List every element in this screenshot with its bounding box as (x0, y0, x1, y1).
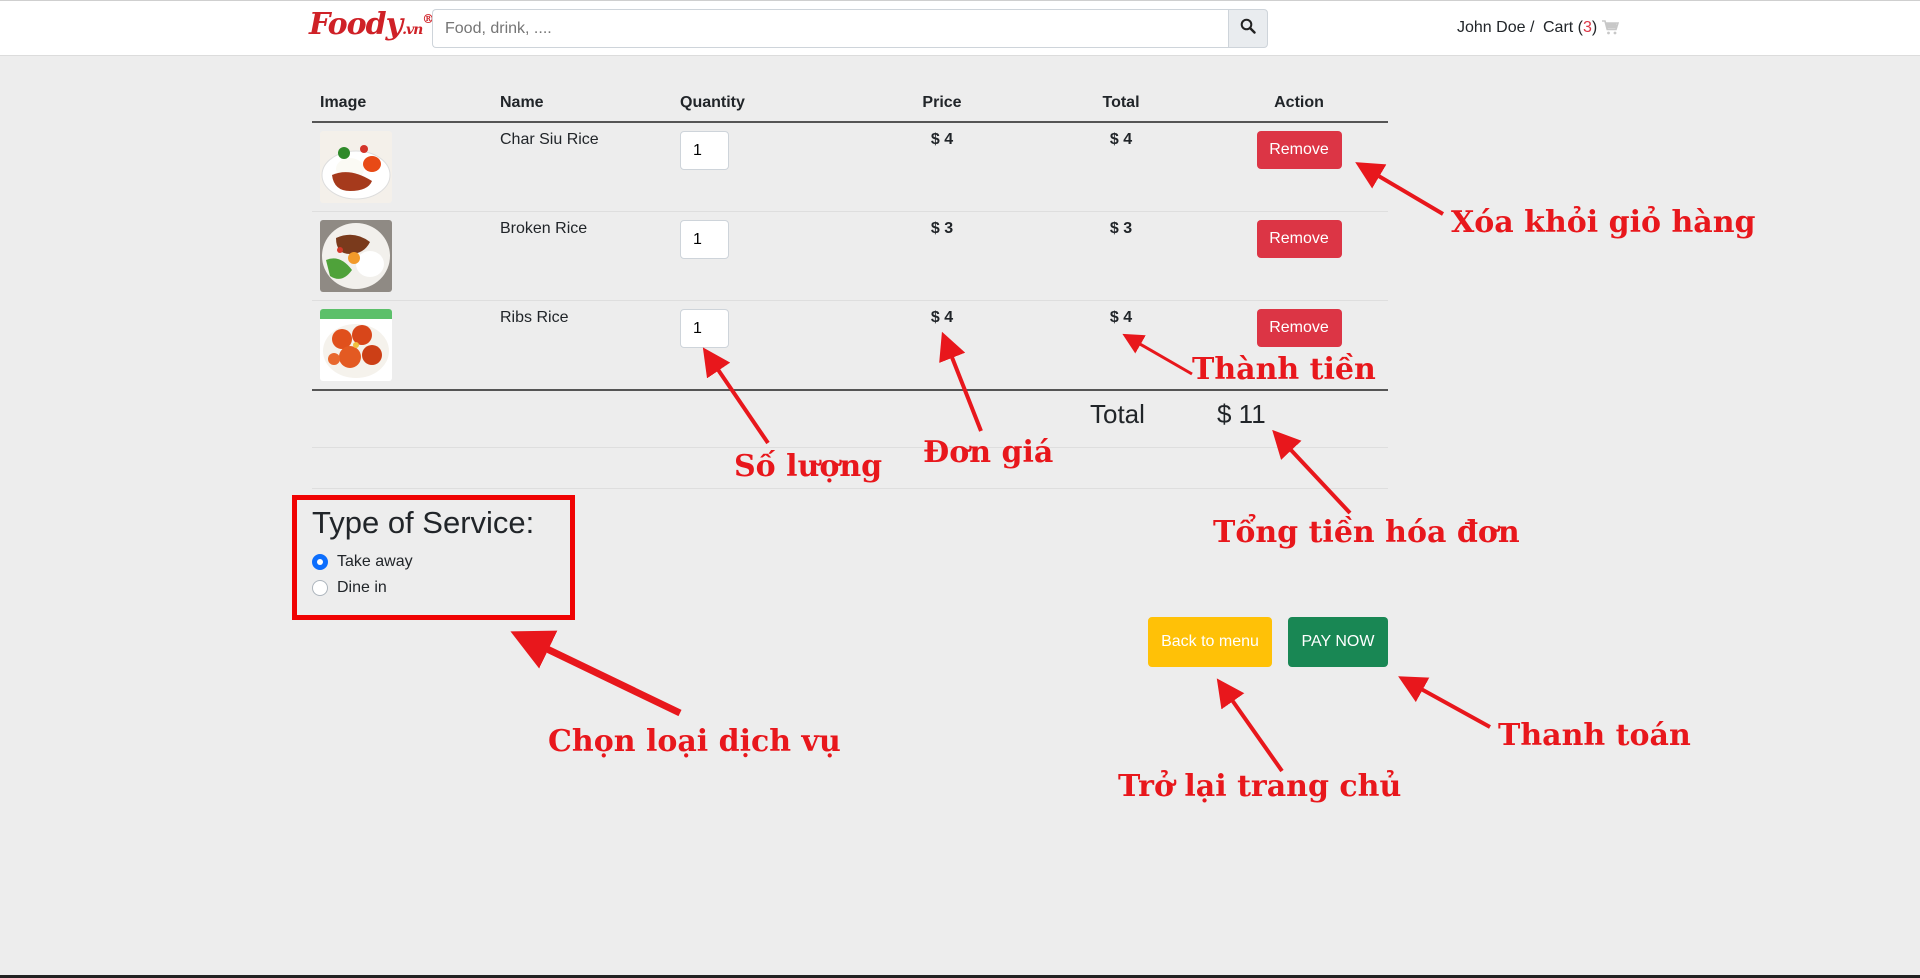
cart-cell-quantity (672, 121, 852, 212)
annotation-checkout: Thanh toán (1498, 718, 1691, 753)
service-option-take-away[interactable]: Take away (312, 553, 413, 571)
cart-cell-total: $ 4 (1032, 300, 1210, 391)
col-header-quantity: Quantity (672, 84, 852, 123)
shopping-cart-icon[interactable] (1602, 20, 1620, 40)
arrow-checkout (1398, 676, 1491, 729)
cart-cell-quantity (672, 211, 852, 301)
annotation-remove: Xóa khỏi giỏ hàng (1451, 205, 1756, 240)
top-navbar: Foody.vn® John Doe / Cart (3) (0, 0, 1920, 56)
cart-label: Cart ( (1543, 19, 1583, 36)
cart-count-badge: 3 (1583, 19, 1592, 36)
quantity-input[interactable] (680, 131, 729, 170)
ribs-rice-image (320, 309, 392, 381)
back-to-menu-button[interactable]: Back to menu (1148, 617, 1272, 667)
dine-in-radio[interactable] (312, 580, 328, 596)
pay-now-button[interactable]: PAY NOW (1288, 617, 1388, 667)
cart-cell-price: $ 3 (852, 211, 1032, 301)
cart-label-close: ) (1591, 19, 1598, 36)
col-header-total: Total (1032, 84, 1210, 123)
cart-link[interactable]: Cart (3) (1543, 19, 1597, 37)
cart-cell-name: Ribs Rice (492, 300, 672, 391)
cart-row: Char Siu Rice $ 4 $ 4 Remove (312, 121, 1388, 212)
cart-cell-action: Remove (1210, 121, 1388, 212)
cart-cell-image (312, 121, 492, 212)
annotation-line-total: Thành tiền (1192, 352, 1376, 387)
annotation-unit-price: Đơn giá (923, 435, 1054, 470)
logo-text: Foody (309, 7, 403, 42)
cart-cell-name: Char Siu Rice (492, 121, 672, 212)
annotation-quantity: Số lượng (734, 449, 883, 484)
cart-row: Broken Rice $ 3 $ 3 Remove (312, 211, 1388, 301)
service-option-dine-in[interactable]: Dine in (312, 579, 387, 597)
divider (312, 488, 1388, 489)
search-button[interactable] (1228, 9, 1268, 48)
service-type-title: Type of Service: (312, 505, 535, 540)
annotation-back-home: Trở lại trang chủ (1118, 769, 1402, 804)
logo-suffix: .vn (402, 22, 423, 38)
col-header-price: Price (852, 84, 1032, 123)
cart-cell-price: $ 4 (852, 300, 1032, 391)
search-icon (1240, 18, 1256, 39)
arrow-back-home (1216, 678, 1284, 773)
arrow-service-type (510, 630, 682, 717)
divider (312, 447, 1388, 448)
remove-button[interactable]: Remove (1256, 309, 1342, 347)
cart-cell-total: $ 3 (1032, 211, 1210, 301)
cart-cell-price: $ 4 (852, 121, 1032, 212)
cart-cell-image (312, 300, 492, 391)
char-siu-rice-image (320, 131, 392, 203)
foody-logo[interactable]: Foody.vn® (309, 7, 434, 42)
col-header-name: Name (492, 84, 672, 123)
search-input[interactable] (432, 9, 1228, 48)
user-name-link[interactable]: John Doe / (1457, 19, 1534, 37)
quantity-input[interactable] (680, 220, 729, 259)
remove-button[interactable]: Remove (1256, 131, 1342, 169)
annotation-grand-total: Tổng tiền hóa đơn (1213, 515, 1520, 550)
cart-table: Image Name Quantity Price Total Action C… (312, 84, 1388, 391)
grand-total-label: Total (1090, 399, 1145, 429)
col-header-action: Action (1210, 84, 1388, 123)
cart-cell-image (312, 211, 492, 301)
quantity-input[interactable] (680, 309, 729, 348)
annotation-service-type: Chọn loại dịch vụ (548, 724, 841, 759)
take-away-radio[interactable] (312, 554, 328, 570)
cart-cell-quantity (672, 300, 852, 391)
arrow-grand-total (1272, 429, 1352, 515)
cart-cell-action: Remove (1210, 211, 1388, 301)
cart-table-header: Image Name Quantity Price Total Action (312, 84, 1388, 123)
cart-cell-total: $ 4 (1032, 121, 1210, 212)
remove-button[interactable]: Remove (1256, 220, 1342, 258)
dine-in-label: Dine in (337, 579, 387, 596)
col-header-image: Image (312, 84, 492, 123)
broken-rice-image (320, 220, 392, 292)
grand-total-value: $ 11 (1217, 399, 1266, 429)
take-away-label: Take away (337, 553, 413, 570)
cart-cell-name: Broken Rice (492, 211, 672, 301)
